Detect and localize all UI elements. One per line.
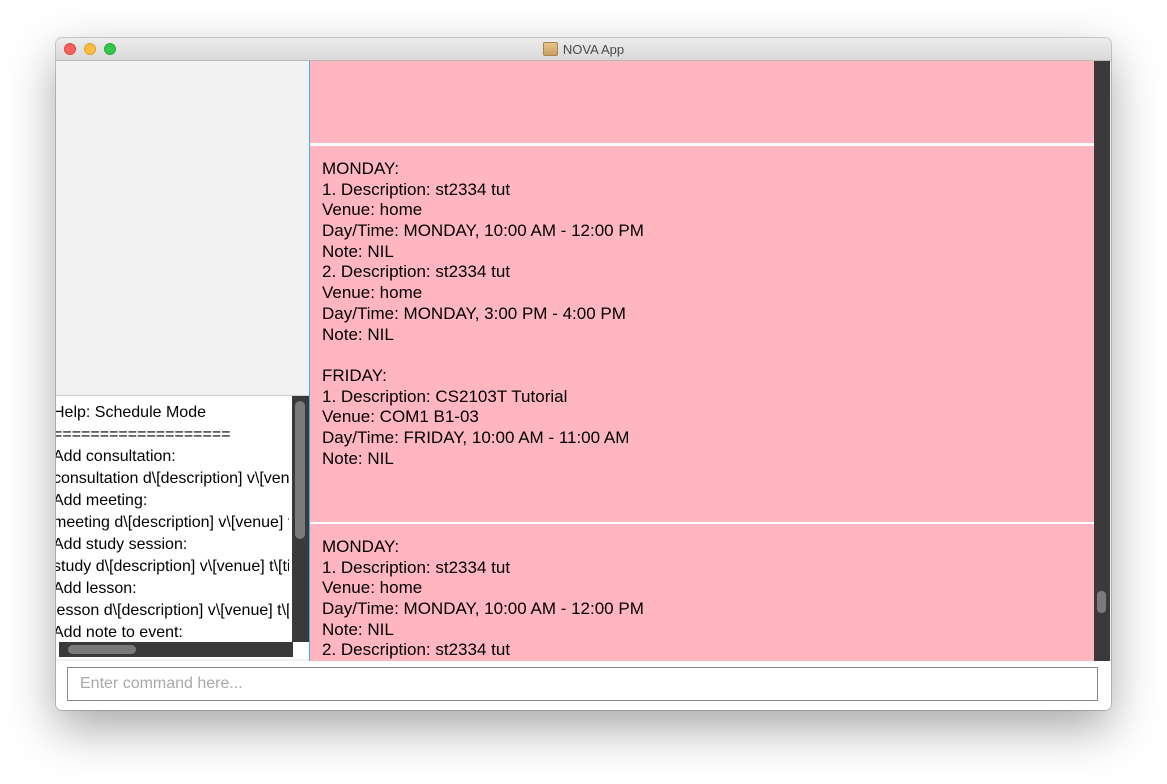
card-line: Day/Time: MONDAY, 10:00 AM - 12:00 PM <box>322 599 644 619</box>
card-line: 1. Description: CS2103T Tutorial <box>322 386 568 406</box>
card-line: MONDAY: <box>322 537 400 556</box>
help-text: Help: Schedule Mode =================== Ad… <box>56 402 289 644</box>
card-line: Note: NIL <box>322 619 394 639</box>
card-line: Note: NIL <box>322 241 394 261</box>
command-bar <box>56 661 1111 710</box>
help-line: Add meeting: <box>56 492 148 509</box>
help-panel[interactable]: Help: Schedule Mode =================== Ad… <box>56 395 309 659</box>
help-line: Add lesson: <box>56 580 137 597</box>
schedule-list[interactable]: MONDAY: 1. Description: st2334 tut Venue: … <box>310 61 1094 661</box>
card-line: Venue: home <box>322 578 423 598</box>
card-line: 1. Description: st2334 tut <box>322 557 511 577</box>
card-line: 2. Description: st2334 tut <box>322 640 511 660</box>
card-spacer <box>322 345 644 366</box>
help-line: Help: Schedule Mode <box>56 404 206 421</box>
help-vertical-scrollbar[interactable] <box>292 396 309 642</box>
schedule-card[interactable] <box>310 61 1094 143</box>
card-line: Note: NIL <box>322 448 394 468</box>
card-line: MONDAY: <box>322 159 400 178</box>
schedule-card[interactable]: MONDAY: 1. Description: st2334 tut Venue: … <box>310 146 1094 522</box>
window-title: NOVA App <box>562 41 625 57</box>
help-line: lesson d\[description] v\[venue] t\[time… <box>56 602 289 619</box>
card-line: Day/Time: MONDAY, 3:00 PM - 4:00 PM <box>322 303 626 323</box>
card-line: Venue: home <box>322 200 423 220</box>
help-horizontal-scrollbar[interactable] <box>59 642 293 657</box>
app-window: NOVA App Help: Schedule Mode ============… <box>56 38 1111 710</box>
card-line: Day/Time: MONDAY, 10:00 AM - 12:00 PM <box>322 221 644 241</box>
title-bar: NOVA App <box>56 38 1111 61</box>
help-vertical-scroll-thumb[interactable] <box>295 401 305 539</box>
help-line: Add consultation: <box>56 448 176 465</box>
help-line: study d\[description] v\[venue] t\[time] <box>56 558 289 575</box>
card-line: Venue: home <box>322 283 423 303</box>
help-line: consultation d\[description] v\[venue] t… <box>56 470 289 487</box>
help-line: meeting d\[description] v\[venue] t\[tim… <box>56 514 289 531</box>
help-line: =================== <box>56 426 231 443</box>
help-horizontal-scroll-thumb[interactable] <box>68 645 136 654</box>
help-line: Add note to event: <box>56 624 183 641</box>
app-icon <box>542 42 558 56</box>
left-empty-panel <box>56 61 309 393</box>
card-line: 1. Description: st2334 tut <box>322 179 511 199</box>
card-line: Venue: COM1 B1-03 <box>322 407 479 427</box>
card-line: 2. Description: st2334 tut <box>322 262 511 282</box>
card-line: Day/Time: FRIDAY, 10:00 AM - 11:00 AM <box>322 427 630 447</box>
schedule-card[interactable]: MONDAY: 1. Description: st2334 tut Venue: … <box>310 524 1094 661</box>
schedule-vertical-scrollbar[interactable] <box>1094 61 1110 661</box>
command-input[interactable] <box>80 668 1080 700</box>
card-line: FRIDAY: <box>322 365 387 385</box>
command-box <box>67 667 1098 701</box>
help-line: Add study session: <box>56 536 188 553</box>
schedule-scroll-thumb[interactable] <box>1097 591 1106 613</box>
card-line: Note: NIL <box>322 324 394 344</box>
window-title-area: NOVA App <box>56 38 1111 60</box>
